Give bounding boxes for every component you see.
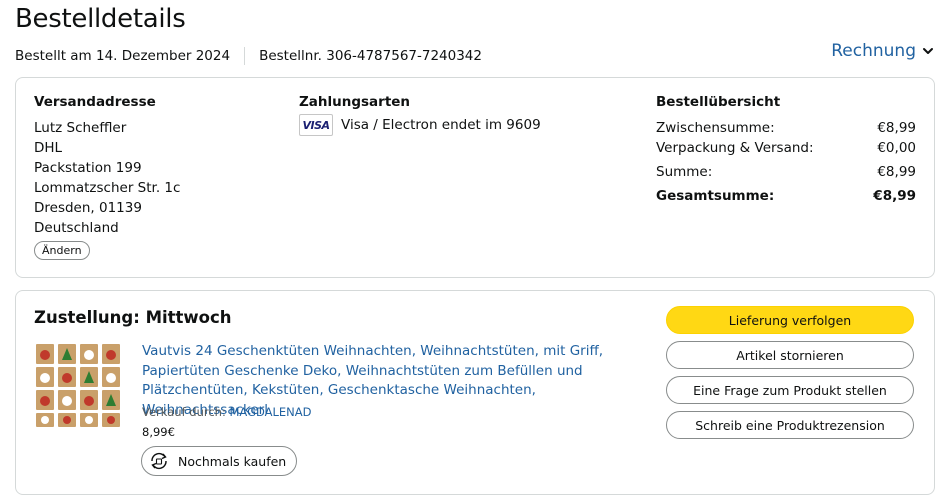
address-line: Dresden, 01139 (34, 200, 142, 216)
visa-card-icon: VISA (299, 114, 333, 136)
address-line: Lutz Scheffler (34, 120, 127, 136)
summary-value: €8,99 (873, 188, 916, 204)
summary-value: €8,99 (877, 120, 916, 136)
summary-row: Verpackung & Versand: €0,00 (656, 138, 916, 158)
order-number: Bestellnr. 306-4787567-7240342 (259, 48, 482, 64)
order-info-card: Versandadresse Lutz Scheffler DHL Packst… (15, 77, 935, 278)
summary-label: Summe: (656, 164, 713, 180)
item-price: 8,99€ (142, 425, 175, 439)
payment-method: VISA Visa / Electron endet im 9609 (299, 114, 541, 136)
seller-link[interactable]: MAGDALENAD (229, 405, 311, 419)
meta-divider (244, 47, 246, 65)
shipping-heading: Versandadresse (34, 94, 156, 110)
address-line: Deutschland (34, 220, 119, 236)
summary-value: €0,00 (877, 140, 916, 156)
buy-again-icon (151, 452, 167, 470)
order-summary: Zwischensumme: €8,99 Verpackung & Versan… (656, 118, 916, 206)
address-line: DHL (34, 140, 63, 156)
track-delivery-button[interactable]: Lieferung verfolgen (666, 306, 914, 334)
payment-card-text: Visa / Electron endet im 9609 (341, 117, 541, 133)
page-title: Bestelldetails (15, 4, 186, 34)
buy-again-label: Nochmals kaufen (178, 453, 287, 469)
summary-label: Zwischensumme: (656, 120, 775, 136)
summary-row: Zwischensumme: €8,99 (656, 118, 916, 138)
visa-logo-text: VISA (302, 118, 330, 132)
buy-again-button[interactable]: Nochmals kaufen (141, 446, 298, 476)
invoice-dropdown[interactable]: Rechnung (831, 41, 934, 61)
write-review-button[interactable]: Schreib eine Produktrezension (666, 411, 914, 439)
address-line: Lommatzscher Str. 1c (34, 180, 181, 196)
payment-heading: Zahlungsarten (299, 94, 411, 110)
change-address-button[interactable]: Ändern (34, 241, 90, 260)
order-meta: Bestellt am 14. Dezember 2024 Bestellnr.… (15, 47, 482, 65)
summary-total-row: Gesamtsumme: €8,99 (656, 186, 916, 206)
summary-row: Summe: €8,99 (656, 162, 916, 182)
shipping-address: Lutz Scheffler DHL Packstation 199 Lomma… (34, 118, 180, 238)
delivery-heading: Zustellung: Mittwoch (34, 308, 232, 327)
product-image[interactable] (34, 341, 126, 433)
summary-label: Verpackung & Versand: (656, 140, 814, 156)
shipment-card: Zustellung: Mittwoch Vautvis 24 Geschenk… (15, 290, 935, 495)
invoice-label: Rechnung (831, 41, 916, 61)
cancel-item-button[interactable]: Artikel stornieren (666, 341, 914, 369)
summary-label: Gesamtsumme: (656, 188, 775, 204)
ask-question-button[interactable]: Eine Frage zum Produkt stellen (666, 376, 914, 404)
summary-heading: Bestellübersicht (656, 94, 781, 110)
summary-value: €8,99 (877, 164, 916, 180)
seller-info: Verkauf durch: MAGDALENAD (142, 405, 312, 419)
chevron-down-icon (923, 48, 933, 54)
seller-prefix: Verkauf durch: (142, 405, 230, 419)
address-line: Packstation 199 (34, 160, 142, 176)
order-date: Bestellt am 14. Dezember 2024 (15, 48, 231, 64)
